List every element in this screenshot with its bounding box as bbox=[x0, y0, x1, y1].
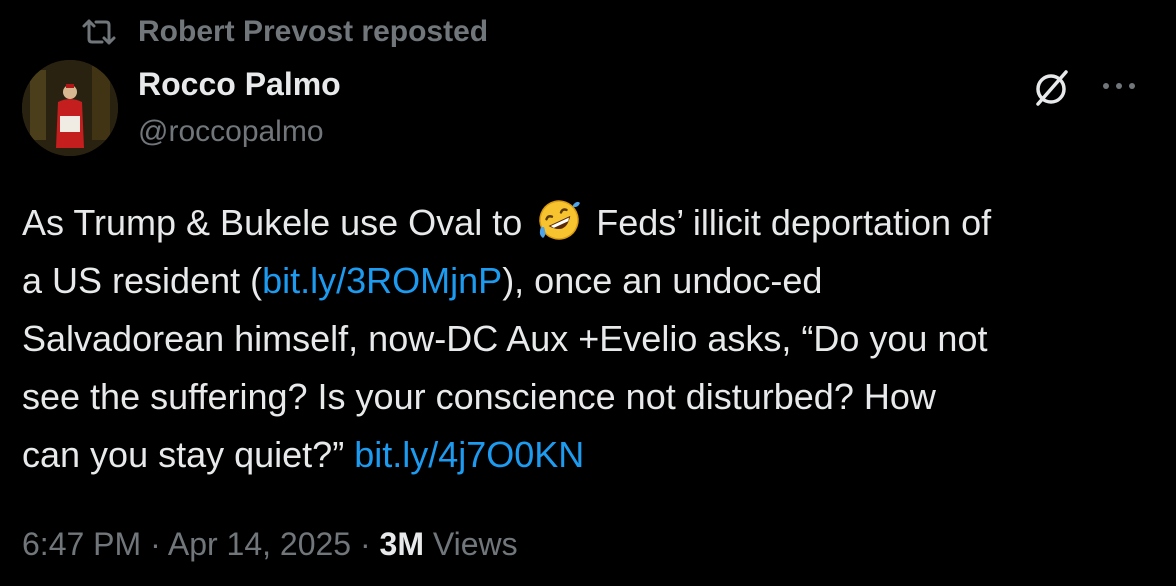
tweet-text-segment: Feds’ illicit deportation of bbox=[586, 202, 992, 243]
tweet-text-segment: a US resident ( bbox=[22, 260, 263, 301]
repost-icon bbox=[80, 17, 118, 47]
tweet-text-segment: ), once an undoc-ed bbox=[502, 260, 823, 301]
tweet-text-segment: can you stay quiet?” bbox=[22, 434, 355, 475]
meta-separator: · bbox=[141, 526, 168, 562]
tweet-line: a US resident (bit.ly/3ROMjnP), once an … bbox=[22, 252, 1142, 310]
tweet-line: can you stay quiet?” bit.ly/4j7O0KN bbox=[22, 426, 1142, 484]
tweet-time[interactable]: 6:47 PM bbox=[22, 526, 141, 562]
tweet-link-2[interactable]: bit.ly/4j7O0KN bbox=[354, 434, 584, 475]
tweet-line: As Trump & Bukele use Oval to Feds’ illi… bbox=[22, 194, 1142, 252]
grok-icon[interactable] bbox=[1030, 66, 1074, 110]
author-name[interactable]: Rocco Palmo bbox=[138, 62, 341, 106]
more-icon[interactable] bbox=[1098, 74, 1140, 98]
repost-indicator[interactable]: Robert Prevost reposted bbox=[80, 10, 488, 54]
views-label: Views bbox=[423, 526, 518, 562]
tweet-line: see the suffering? Is your conscience no… bbox=[22, 376, 936, 417]
views-count[interactable]: 3M bbox=[380, 526, 424, 562]
author-handle[interactable]: @roccopalmo bbox=[138, 112, 324, 152]
meta-separator: · bbox=[351, 526, 380, 562]
tweet-date[interactable]: Apr 14, 2025 bbox=[168, 526, 351, 562]
tweet-text-segment: As Trump & Bukele use Oval to bbox=[22, 202, 533, 243]
avatar[interactable] bbox=[22, 60, 118, 156]
tweet-link-1[interactable]: bit.ly/3ROMjnP bbox=[262, 260, 502, 301]
rolling-on-floor-laughing-emoji bbox=[536, 197, 582, 243]
repost-label: Robert Prevost reposted bbox=[138, 15, 489, 48]
tweet-meta: 6:47 PM · Apr 14, 2025 · 3M Views bbox=[22, 520, 518, 568]
tweet-line: Salvadorean himself, now-DC Aux +Evelio … bbox=[22, 318, 988, 359]
tweet-text: As Trump & Bukele use Oval to Feds’ illi… bbox=[22, 194, 1142, 484]
